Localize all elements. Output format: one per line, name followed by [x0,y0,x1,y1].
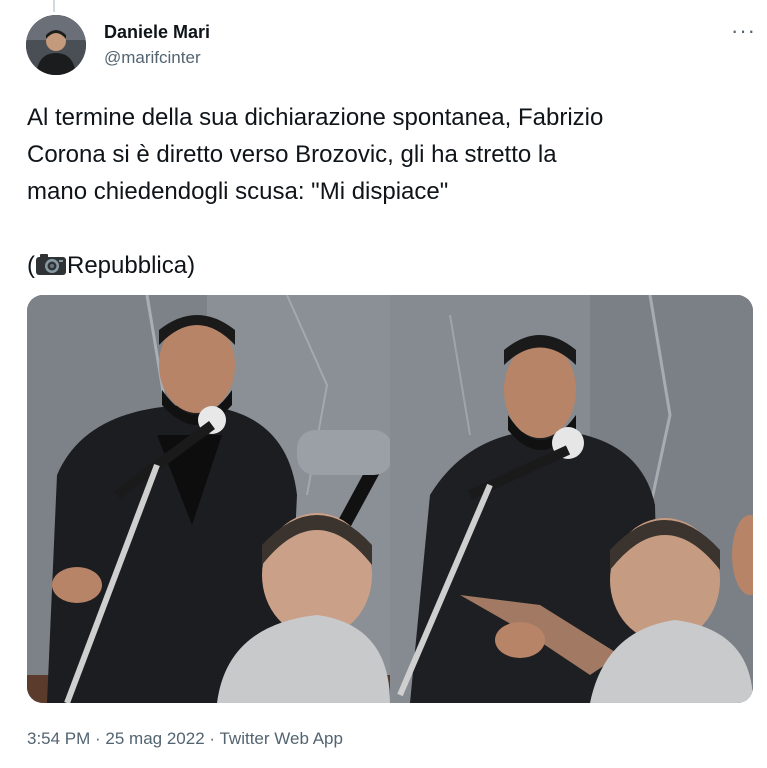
source-paren: ( [27,252,35,279]
tweet-line: Al termine della sua dichiarazione spont… [27,104,604,131]
photo-left[interactable] [27,295,390,703]
footer-separator: · [90,729,106,748]
tweet-date[interactable]: 25 mag 2022 [105,729,204,748]
tweet-footer: 3:54 PM · 25 mag 2022 · Twitter Web App [27,729,343,749]
tweet-client[interactable]: Twitter Web App [219,729,342,748]
avatar-image [26,15,86,75]
camera-icon [35,250,67,275]
source-name: Repubblica) [67,252,196,279]
tweet-media[interactable] [27,295,753,703]
tweet-source: ( Repubblica) [27,247,747,284]
tweet-line: mano chiedendogli scusa: "Mi dispiace" [27,178,449,205]
avatar[interactable] [26,15,86,75]
tweet-line: Corona si è diretto verso Brozovic, gli … [27,141,557,168]
author-handle[interactable]: @marifcinter [104,48,201,68]
tweet-text: Al termine della sua dichiarazione spont… [27,99,747,284]
more-options-icon[interactable]: ··· [731,18,756,44]
footer-separator: · [204,729,220,748]
photo-right[interactable] [390,295,753,703]
author-name[interactable]: Daniele Mari [104,22,210,43]
tweet-time[interactable]: 3:54 PM [27,729,90,748]
thread-line [53,0,55,12]
